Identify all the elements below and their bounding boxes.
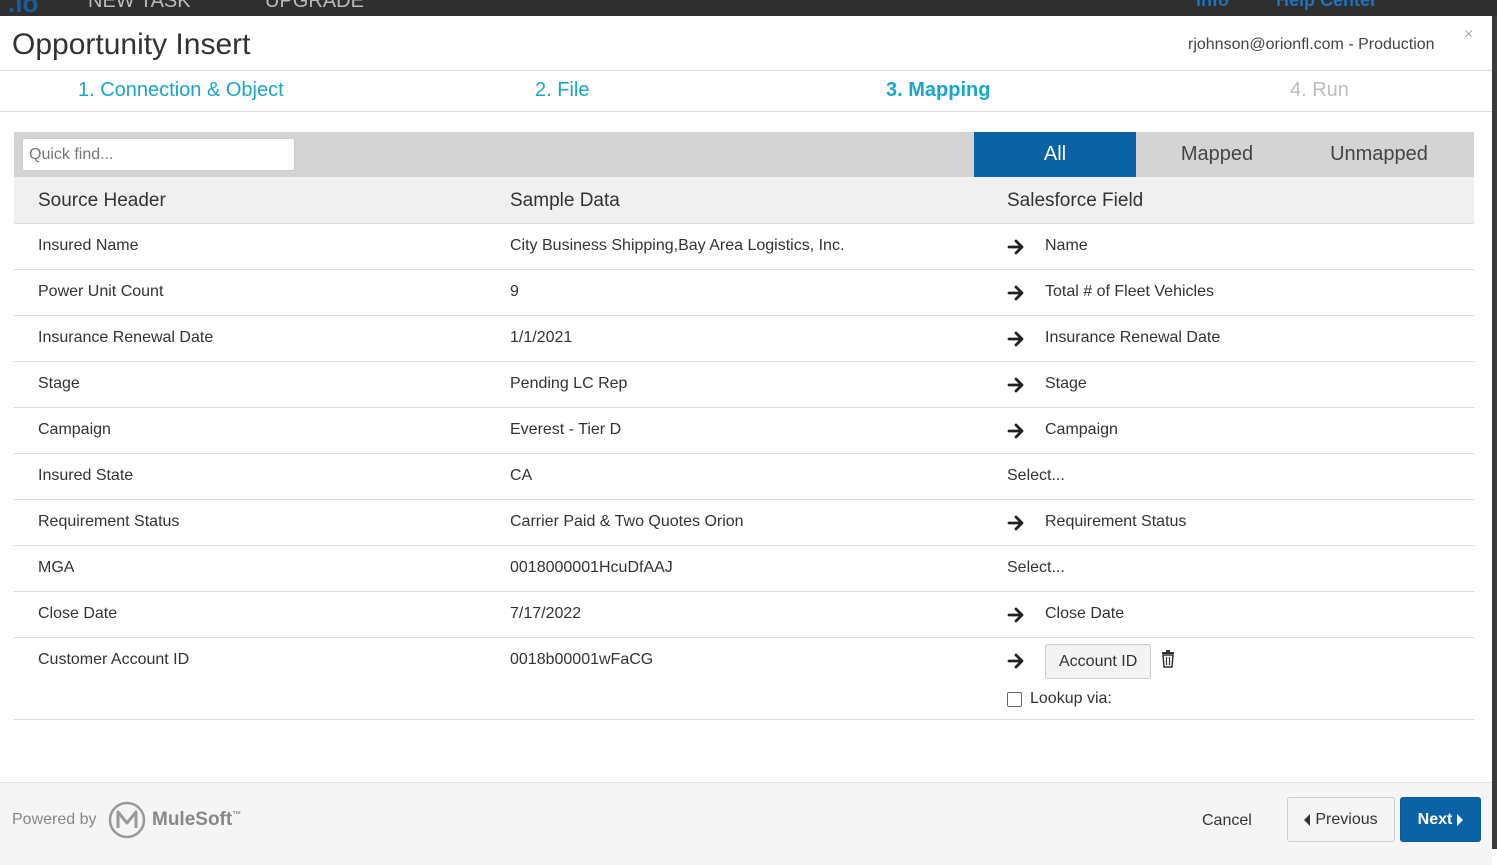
info-link[interactable]: Info — [1196, 0, 1229, 11]
mulesoft-logo-icon — [108, 801, 146, 839]
app-logo: .io — [8, 0, 39, 16]
previous-button[interactable]: Previous — [1287, 797, 1395, 842]
arrow-right-icon — [1007, 422, 1025, 440]
next-button[interactable]: Next — [1400, 797, 1481, 842]
opportunity-insert-modal: Opportunity Insert rjohnson@orionfl.com … — [0, 16, 1492, 865]
arrow-right-icon — [1007, 514, 1025, 532]
mulesoft-brand: MuleSoft™ — [152, 809, 241, 831]
table-row: Close Date 7/17/2022 Close Date — [14, 592, 1474, 638]
source-header-cell: Customer Account ID — [38, 651, 190, 668]
source-header-cell: Insurance Renewal Date — [38, 329, 214, 346]
new-task-link[interactable]: NEW TASK — [88, 0, 191, 13]
step-file[interactable]: 2. File — [535, 79, 589, 102]
source-header-cell: Campaign — [38, 421, 111, 438]
wizard-steps: 1. Connection & Object 2. File 3. Mappin… — [0, 71, 1492, 111]
window-edge — [1492, 16, 1497, 849]
table-row: Insured State CA Select... — [14, 454, 1474, 500]
trash-icon[interactable] — [1160, 650, 1176, 668]
caret-right-icon — [1457, 813, 1464, 826]
quick-find-input[interactable] — [22, 138, 295, 171]
next-label: Next — [1417, 810, 1453, 828]
salesforce-field-link[interactable]: Requirement Status — [1045, 513, 1186, 531]
salesforce-field-link[interactable]: Stage — [1045, 375, 1087, 393]
arrow-right-icon — [1007, 238, 1025, 256]
column-sample-data: Sample Data — [510, 190, 620, 211]
filter-bar: All Mapped Unmapped — [14, 132, 1474, 177]
sample-data-cell: Everest - Tier D — [510, 421, 622, 438]
close-icon[interactable]: × — [1464, 26, 1473, 44]
table-row: Power Unit Count 9 Total # of Fleet Vehicl… — [14, 270, 1474, 316]
arrow-right-icon — [1007, 652, 1025, 670]
sample-data-cell: 1/1/2021 — [510, 329, 573, 346]
table-row: Campaign Everest - Tier D Campaign — [14, 408, 1474, 454]
filter-mapped-button[interactable]: Mapped — [1136, 132, 1298, 177]
source-header-cell: Close Date — [38, 605, 118, 622]
caret-left-icon — [1304, 813, 1311, 826]
previous-label: Previous — [1315, 810, 1378, 828]
sample-data-cell: 0018000001HcuDfAAJ — [510, 559, 673, 576]
sample-data-cell: 9 — [510, 283, 519, 300]
mapping-table-header: Source Header Sample Data Salesforce Fie… — [14, 177, 1474, 224]
brand-name: MuleSoft — [152, 809, 233, 830]
source-header-cell: Stage — [38, 375, 80, 392]
upgrade-link[interactable]: UPGRADE — [265, 0, 364, 13]
modal-footer: Powered by MuleSoft™ Cancel Previous Nex… — [0, 782, 1492, 865]
sample-data-cell: CA — [510, 467, 533, 484]
account-label: rjohnson@orionfl.com - Production — [1188, 36, 1435, 53]
table-row: Requirement Status Carrier Paid & Two Quo… — [14, 500, 1474, 546]
filter-unmapped-button[interactable]: Unmapped — [1298, 132, 1460, 177]
salesforce-field-link[interactable]: Name — [1045, 237, 1088, 255]
column-salesforce-field: Salesforce Field — [1007, 190, 1144, 211]
powered-by-label: Powered by — [12, 811, 97, 828]
source-header-cell: Insured Name — [38, 237, 139, 254]
step-run: 4. Run — [1290, 79, 1349, 101]
help-center-link[interactable]: Help Center — [1276, 0, 1377, 11]
sample-data-cell: 0018b00001wFaCG — [510, 651, 654, 668]
salesforce-field-link[interactable]: Campaign — [1045, 421, 1118, 439]
table-row: Insurance Renewal Date 1/1/2021 Insurance … — [14, 316, 1474, 362]
table-row: MGA 0018000001HcuDfAAJ Select... — [14, 546, 1474, 592]
arrow-right-icon — [1007, 284, 1025, 302]
filter-all-button[interactable]: All — [974, 132, 1136, 177]
lookup-via-label: Lookup via: — [1030, 690, 1112, 707]
select-field-link[interactable]: Select... — [1007, 559, 1065, 577]
sample-data-cell: Pending LC Rep — [510, 375, 628, 392]
source-header-cell: Power Unit Count — [38, 283, 164, 300]
table-row: Customer Account ID 0018b00001wFaCG Accoun… — [14, 638, 1474, 720]
arrow-right-icon — [1007, 376, 1025, 394]
mapping-table-body: Insured Name City Business Shipping,Bay A… — [14, 224, 1474, 720]
app-top-bar: .io NEW TASK UPGRADE Info Help Center — [0, 0, 1497, 16]
lookup-via-checkbox[interactable]: Lookup via: — [1007, 690, 1112, 708]
select-field-link[interactable]: Select... — [1007, 467, 1065, 485]
arrow-right-icon — [1007, 606, 1025, 624]
salesforce-field-button[interactable]: Account ID — [1045, 644, 1152, 679]
sample-data-cell: Carrier Paid & Two Quotes Orion — [510, 513, 744, 530]
column-source-header: Source Header — [38, 190, 166, 211]
trademark: ™ — [232, 809, 242, 820]
sample-data-cell: 7/17/2022 — [510, 605, 582, 622]
arrow-right-icon — [1007, 330, 1025, 348]
divider — [0, 111, 1492, 112]
source-header-cell: Requirement Status — [38, 513, 180, 530]
salesforce-field-link[interactable]: Insurance Renewal Date — [1045, 329, 1220, 347]
table-row: Stage Pending LC Rep Stage — [14, 362, 1474, 408]
step-mapping: 3. Mapping — [886, 79, 991, 101]
source-header-cell: MGA — [38, 559, 75, 576]
cancel-button[interactable]: Cancel — [1202, 812, 1252, 830]
table-row: Insured Name City Business Shipping,Bay A… — [14, 224, 1474, 270]
salesforce-field-link[interactable]: Total # of Fleet Vehicles — [1045, 283, 1214, 301]
source-header-cell: Insured State — [38, 467, 134, 484]
step-connection-object[interactable]: 1. Connection & Object — [78, 79, 284, 102]
salesforce-field-link[interactable]: Close Date — [1045, 605, 1124, 623]
checkbox-box[interactable] — [1007, 691, 1022, 707]
modal-title: Opportunity Insert — [12, 28, 251, 61]
sample-data-cell: City Business Shipping,Bay Area Logistic… — [510, 237, 845, 254]
